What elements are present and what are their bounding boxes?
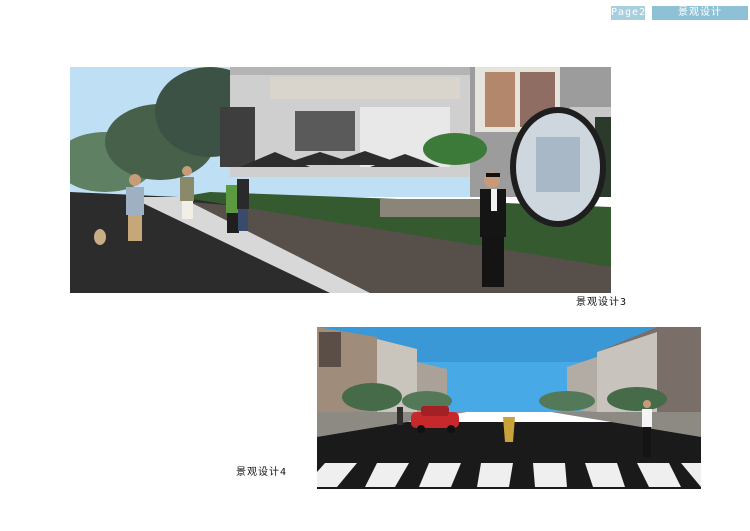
figure-caption-4: 景观设计4 [236,467,288,478]
section-title-tag: 景观设计 [652,6,748,20]
page-number-tag: Page22 [611,6,654,20]
landscape-render-4 [317,327,701,489]
figure-caption-3: 景观设计3 [576,297,628,308]
landscape-render-3 [70,67,611,293]
